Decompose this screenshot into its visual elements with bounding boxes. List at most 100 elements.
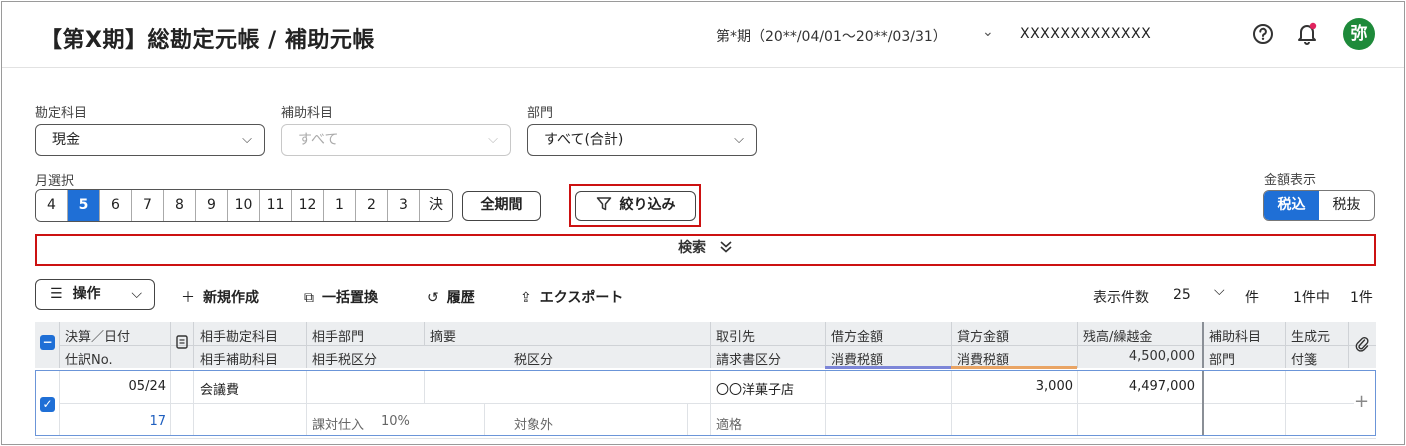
- count-total: 1件: [1350, 290, 1373, 306]
- sub-account-value: すべて: [298, 132, 339, 148]
- display-count-label: 表示件数: [1093, 290, 1149, 306]
- tax-included-button[interactable]: 税込: [1264, 191, 1319, 220]
- chevron-down-icon: ⌵: [488, 132, 498, 147]
- col-tax-class[interactable]: 税区分: [514, 349, 553, 368]
- new-entry-button[interactable]: ＋ 新規作成: [181, 287, 259, 307]
- month-button-closing[interactable]: 決: [420, 190, 452, 221]
- row-tax-class[interactable]: 対象外: [514, 414, 553, 433]
- dept-select[interactable]: すべて(合計) ⌵: [527, 124, 757, 156]
- month-button[interactable]: 7: [132, 190, 164, 221]
- operations-label: 操作: [72, 286, 101, 302]
- help-icon[interactable]: [1252, 23, 1274, 45]
- operations-dropdown[interactable]: ☰ 操作 ⌵: [35, 279, 155, 310]
- chevron-down-icon: ⌵: [131, 286, 142, 302]
- col-balance[interactable]: 残高/繰越金: [1083, 326, 1152, 345]
- count-text: 1件中: [1293, 290, 1330, 306]
- chevron-down-icon[interactable]: ⌵: [1214, 283, 1225, 299]
- tax-toggle: 税込 税抜: [1263, 190, 1375, 221]
- search-toggle[interactable]: 検索: [35, 234, 1376, 266]
- new-entry-label: 新規作成: [203, 290, 259, 306]
- col-entry-no[interactable]: 仕訳No.: [65, 349, 113, 368]
- col-partner[interactable]: 取引先: [716, 326, 755, 345]
- paperclip-icon[interactable]: [1355, 336, 1369, 352]
- col-tag[interactable]: 付箋: [1291, 349, 1317, 368]
- col-divider: [1202, 322, 1204, 368]
- col-sub-account[interactable]: 補助科目: [1209, 326, 1261, 345]
- month-button[interactable]: 10: [228, 190, 260, 221]
- table-row[interactable]: ✓ 05/24 17 会議費 課対仕入 10% 対象外 〇〇洋菓子店 適格 3,…: [35, 370, 1376, 436]
- menu-icon: ☰: [50, 286, 63, 302]
- row-credit[interactable]: 3,000: [957, 379, 1073, 394]
- ledger-table-header: − 決算／日付 仕訳No. 相手勘定科目 相手補助科目 相手部門 相手税区分 摘…: [35, 322, 1376, 368]
- history-button[interactable]: ↺ 履歴: [427, 287, 475, 307]
- avatar[interactable]: 弥: [1343, 18, 1375, 50]
- history-icon: ↺: [427, 290, 439, 306]
- month-button[interactable]: 12: [292, 190, 324, 221]
- account-label: 勘定科目: [35, 106, 88, 121]
- col-counter-account[interactable]: 相手勘定科目: [200, 326, 278, 345]
- chevron-down-icon[interactable]: ⌄: [982, 24, 994, 40]
- col-invoice-class[interactable]: 請求書区分: [716, 349, 781, 368]
- col-date[interactable]: 決算／日付: [65, 326, 130, 345]
- month-button[interactable]: 9: [196, 190, 228, 221]
- month-button[interactable]: 11: [260, 190, 292, 221]
- row-date[interactable]: 05/24: [66, 379, 166, 394]
- export-button[interactable]: ⇪ エクスポート: [520, 287, 623, 307]
- month-button[interactable]: 6: [100, 190, 132, 221]
- app-window: 【第X期】総勘定元帳 / 補助元帳 第*期（20**/04/01〜20**/03…: [1, 1, 1405, 445]
- col-counter-tax[interactable]: 相手税区分: [312, 349, 377, 368]
- col-counter-sub[interactable]: 相手補助科目: [200, 349, 278, 368]
- document-icon: [176, 335, 188, 349]
- col-divider: [710, 322, 711, 368]
- bell-icon[interactable]: [1296, 21, 1318, 45]
- row-entry-no[interactable]: 17: [66, 414, 166, 429]
- col-divider: [59, 322, 60, 368]
- cell-divider: [1202, 371, 1204, 435]
- col-summary[interactable]: 摘要: [430, 326, 456, 345]
- cell-divider: [424, 371, 425, 403]
- history-label: 履歴: [446, 290, 475, 306]
- bulk-replace-button[interactable]: ⧉ 一括置換: [304, 287, 378, 307]
- display-count-select[interactable]: 25: [1173, 287, 1191, 303]
- col-divider: [951, 322, 952, 368]
- page-title: 【第X期】総勘定元帳 / 補助元帳: [40, 28, 375, 53]
- account-value: 現金: [52, 132, 80, 148]
- row-counter-account[interactable]: 会議費: [200, 379, 239, 398]
- col-debit[interactable]: 借方金額: [831, 326, 883, 345]
- row-checkbox[interactable]: ✓: [40, 397, 55, 412]
- tax-excluded-button[interactable]: 税抜: [1319, 191, 1374, 220]
- export-label: エクスポート: [539, 290, 624, 306]
- add-row-icon[interactable]: +: [1354, 391, 1369, 412]
- month-button[interactable]: 3: [388, 190, 420, 221]
- cell-divider: [687, 403, 688, 435]
- all-period-button[interactable]: 全期間: [462, 191, 541, 221]
- cell-divider: [710, 371, 711, 435]
- col-divider: [170, 322, 171, 368]
- month-button-active[interactable]: 5: [68, 190, 100, 221]
- carryover-amount: 4,500,000: [1128, 349, 1195, 364]
- company-name[interactable]: XXXXXXXXXXXXX: [1020, 26, 1151, 42]
- narrow-label: 絞り込み: [619, 197, 676, 213]
- col-source[interactable]: 生成元: [1291, 326, 1330, 345]
- col-dept[interactable]: 部門: [1209, 349, 1235, 368]
- sub-account-label: 補助科目: [281, 106, 334, 121]
- col-counter-dept[interactable]: 相手部門: [312, 326, 364, 345]
- select-all-checkbox[interactable]: −: [40, 335, 55, 350]
- row-invoice-class[interactable]: 適格: [716, 414, 742, 433]
- narrow-button[interactable]: 絞り込み: [575, 191, 696, 221]
- sort-indicator-debit: [825, 366, 951, 369]
- sub-account-select[interactable]: すべて ⌵: [281, 124, 511, 156]
- month-button[interactable]: 1: [324, 190, 356, 221]
- account-select[interactable]: 現金 ⌵: [35, 124, 265, 156]
- month-button[interactable]: 4: [36, 190, 68, 221]
- row-counter-tax[interactable]: 課対仕入: [312, 414, 364, 433]
- header-divider: [59, 345, 1376, 346]
- fiscal-period-selector[interactable]: 第*期（20**/04/01〜20**/03/31）: [716, 26, 947, 46]
- col-credit[interactable]: 貸方金額: [957, 326, 1009, 345]
- row-divider: [59, 403, 1354, 404]
- month-button[interactable]: 2: [356, 190, 388, 221]
- month-button[interactable]: 8: [164, 190, 196, 221]
- amount-display-label: 金額表示: [1264, 173, 1317, 188]
- export-icon: ⇪: [520, 290, 532, 306]
- row-partner[interactable]: 〇〇洋菓子店: [716, 379, 794, 398]
